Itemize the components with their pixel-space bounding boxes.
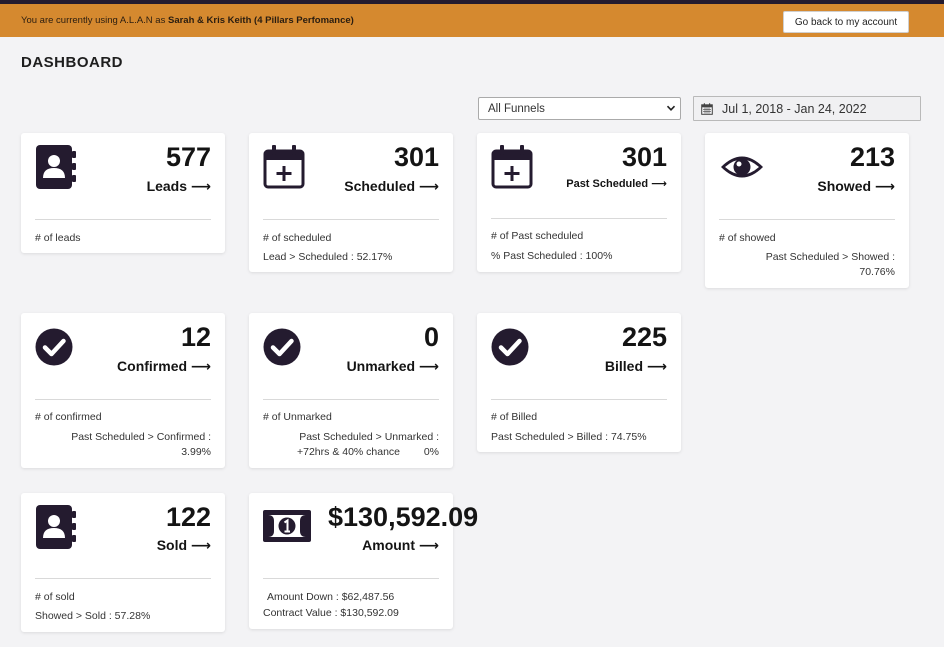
confirmed-label: Confirmed xyxy=(117,358,188,374)
banner-prefix: You are currently using A.L.A.N as xyxy=(21,15,168,26)
leads-label: Leads xyxy=(146,178,188,194)
scheduled-link[interactable]: Scheduled ⟶ xyxy=(344,178,439,195)
card-divider xyxy=(263,399,439,400)
card-divider xyxy=(35,578,211,579)
banner-message: You are currently using A.L.A.N as Sarah… xyxy=(21,15,354,26)
billed-count: 225 xyxy=(621,322,667,352)
showed-label: Showed xyxy=(817,178,872,194)
impersonation-banner: You are currently using A.L.A.N as Sarah… xyxy=(0,4,944,37)
showed-card: 213 Showed ⟶ # of showed Past Scheduled … xyxy=(705,133,909,288)
check-circle-icon xyxy=(263,328,301,366)
showed-link[interactable]: Showed ⟶ xyxy=(817,178,895,195)
scheduled-count: 301 xyxy=(393,142,439,172)
confirmed-card: 12 Confirmed ⟶ # of confirmed Past Sched… xyxy=(21,313,225,468)
card-divider xyxy=(263,219,439,220)
amount-link[interactable]: Amount ⟶ xyxy=(362,537,439,554)
confirmed-ratio-label: Past Scheduled > Confirmed : xyxy=(71,431,211,443)
leads-link[interactable]: Leads ⟶ xyxy=(147,178,211,195)
unmarked-sub-label: # of Unmarked xyxy=(263,411,332,423)
funnel-select[interactable]: All Funnels xyxy=(478,97,681,120)
leads-card: 577 Leads ⟶ # of leads xyxy=(21,133,225,253)
contract-value: Contract Value : $130,592.09 xyxy=(263,607,399,619)
billed-label: Billed xyxy=(604,358,644,374)
card-divider xyxy=(719,219,895,220)
calendar-plus-icon xyxy=(263,145,305,189)
arrow-right-icon: ⟶ xyxy=(874,178,895,194)
confirmed-ratio-value: 3.99% xyxy=(181,446,211,458)
sold-count: 122 xyxy=(165,502,211,532)
unmarked-count: 0 xyxy=(423,322,439,352)
address-book-icon xyxy=(36,505,76,549)
showed-ratio-value: 70.76% xyxy=(859,266,895,278)
unmarked-card: 0 Unmarked ⟶ # of Unmarked Past Schedule… xyxy=(249,313,453,468)
eye-icon xyxy=(721,156,763,178)
banner-account-name: Sarah & Kris Keith (4 Pillars Perfomance… xyxy=(167,15,354,26)
card-divider xyxy=(263,578,439,579)
past-scheduled-count: 301 xyxy=(621,142,667,172)
billed-ratio: Past Scheduled > Billed : 74.75% xyxy=(491,431,647,443)
card-divider xyxy=(35,399,211,400)
arrow-right-icon: ⟶ xyxy=(651,178,667,190)
unmarked-ratio-label: Past Scheduled > Unmarked : xyxy=(299,431,439,443)
scheduled-card: 301 Scheduled ⟶ # of scheduled Lead > Sc… xyxy=(249,133,453,272)
unmarked-label: Unmarked xyxy=(346,358,416,374)
back-to-account-button[interactable]: Go back to my account xyxy=(783,11,909,33)
arrow-right-icon: ⟶ xyxy=(418,178,439,194)
past-scheduled-card: 301 Past Scheduled ⟶ # of Past scheduled… xyxy=(477,133,681,272)
amount-total: $130,592.09 xyxy=(328,502,479,532)
scheduled-ratio: Lead > Scheduled : 52.17% xyxy=(263,251,393,263)
past-scheduled-label: Past Scheduled xyxy=(566,178,649,190)
unmarked-ratio-value: 0% xyxy=(423,446,439,458)
leads-count: 577 xyxy=(165,142,211,172)
page-title: DASHBOARD xyxy=(21,54,123,71)
money-bill-icon xyxy=(263,510,311,542)
chevron-down-icon xyxy=(666,105,676,111)
sold-link[interactable]: Sold ⟶ xyxy=(157,537,211,554)
billed-link[interactable]: Billed ⟶ xyxy=(605,358,667,375)
date-range-value: Jul 1, 2018 - Jan 24, 2022 xyxy=(722,102,867,116)
showed-count: 213 xyxy=(849,142,895,172)
scheduled-label: Scheduled xyxy=(344,178,416,194)
arrow-right-icon: ⟶ xyxy=(190,537,211,553)
date-range-picker[interactable]: Jul 1, 2018 - Jan 24, 2022 xyxy=(693,96,921,121)
arrow-right-icon: ⟶ xyxy=(190,178,211,194)
check-circle-icon xyxy=(491,328,529,366)
past-scheduled-ratio: % Past Scheduled : 100% xyxy=(491,250,613,262)
card-divider xyxy=(491,218,667,219)
confirmed-count: 12 xyxy=(180,322,211,352)
past-scheduled-sub-label: # of Past scheduled xyxy=(491,230,584,242)
sold-ratio: Showed > Sold : 57.28% xyxy=(35,610,151,622)
unmarked-ratio-condition: +72hrs & 40% chance xyxy=(297,446,401,458)
calendar-plus-icon xyxy=(491,145,533,189)
card-divider xyxy=(491,399,667,400)
billed-sub-label: # of Billed xyxy=(491,411,538,423)
arrow-right-icon: ⟶ xyxy=(418,358,439,374)
sold-label: Sold xyxy=(156,537,188,553)
amount-label: Amount xyxy=(362,537,416,553)
sold-card: 122 Sold ⟶ # of sold Showed > Sold : 57.… xyxy=(21,493,225,632)
amount-down: Amount Down : $62,487.56 xyxy=(267,591,395,603)
calendar-icon xyxy=(701,103,713,115)
past-scheduled-link[interactable]: Past Scheduled ⟶ xyxy=(566,177,667,190)
address-book-icon xyxy=(36,145,76,189)
confirmed-link[interactable]: Confirmed ⟶ xyxy=(117,358,211,375)
showed-sub-label: # of showed xyxy=(719,232,776,244)
scheduled-sub-label: # of scheduled xyxy=(263,232,332,244)
sold-sub-label: # of sold xyxy=(35,591,75,603)
unmarked-link[interactable]: Unmarked ⟶ xyxy=(347,358,439,375)
leads-sub-label: # of leads xyxy=(35,232,81,244)
funnel-select-value: All Funnels xyxy=(488,102,545,115)
amount-card: $130,592.09 Amount ⟶ Amount Down : $62,4… xyxy=(249,493,478,629)
arrow-right-icon: ⟶ xyxy=(646,358,667,374)
billed-card: 225 Billed ⟶ # of Billed Past Scheduled … xyxy=(477,313,681,452)
arrow-right-icon: ⟶ xyxy=(418,537,439,553)
card-divider xyxy=(35,219,211,220)
arrow-right-icon: ⟶ xyxy=(190,358,211,374)
confirmed-sub-label: # of confirmed xyxy=(35,411,102,423)
check-circle-icon xyxy=(35,328,73,366)
showed-ratio-label: Past Scheduled > Showed : xyxy=(765,251,895,263)
